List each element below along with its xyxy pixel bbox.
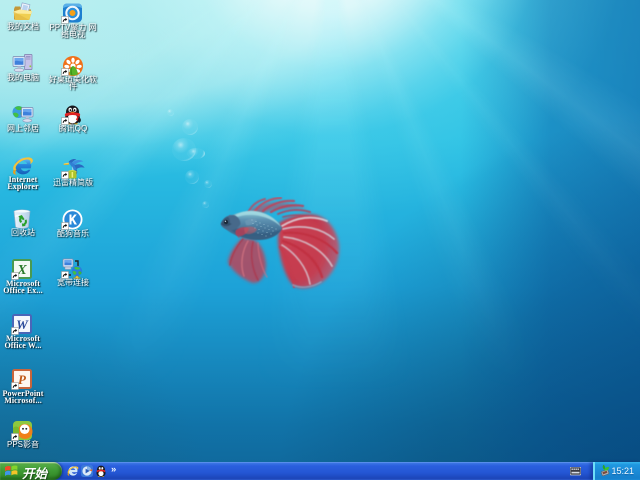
svg-text:P: P xyxy=(18,372,27,387)
